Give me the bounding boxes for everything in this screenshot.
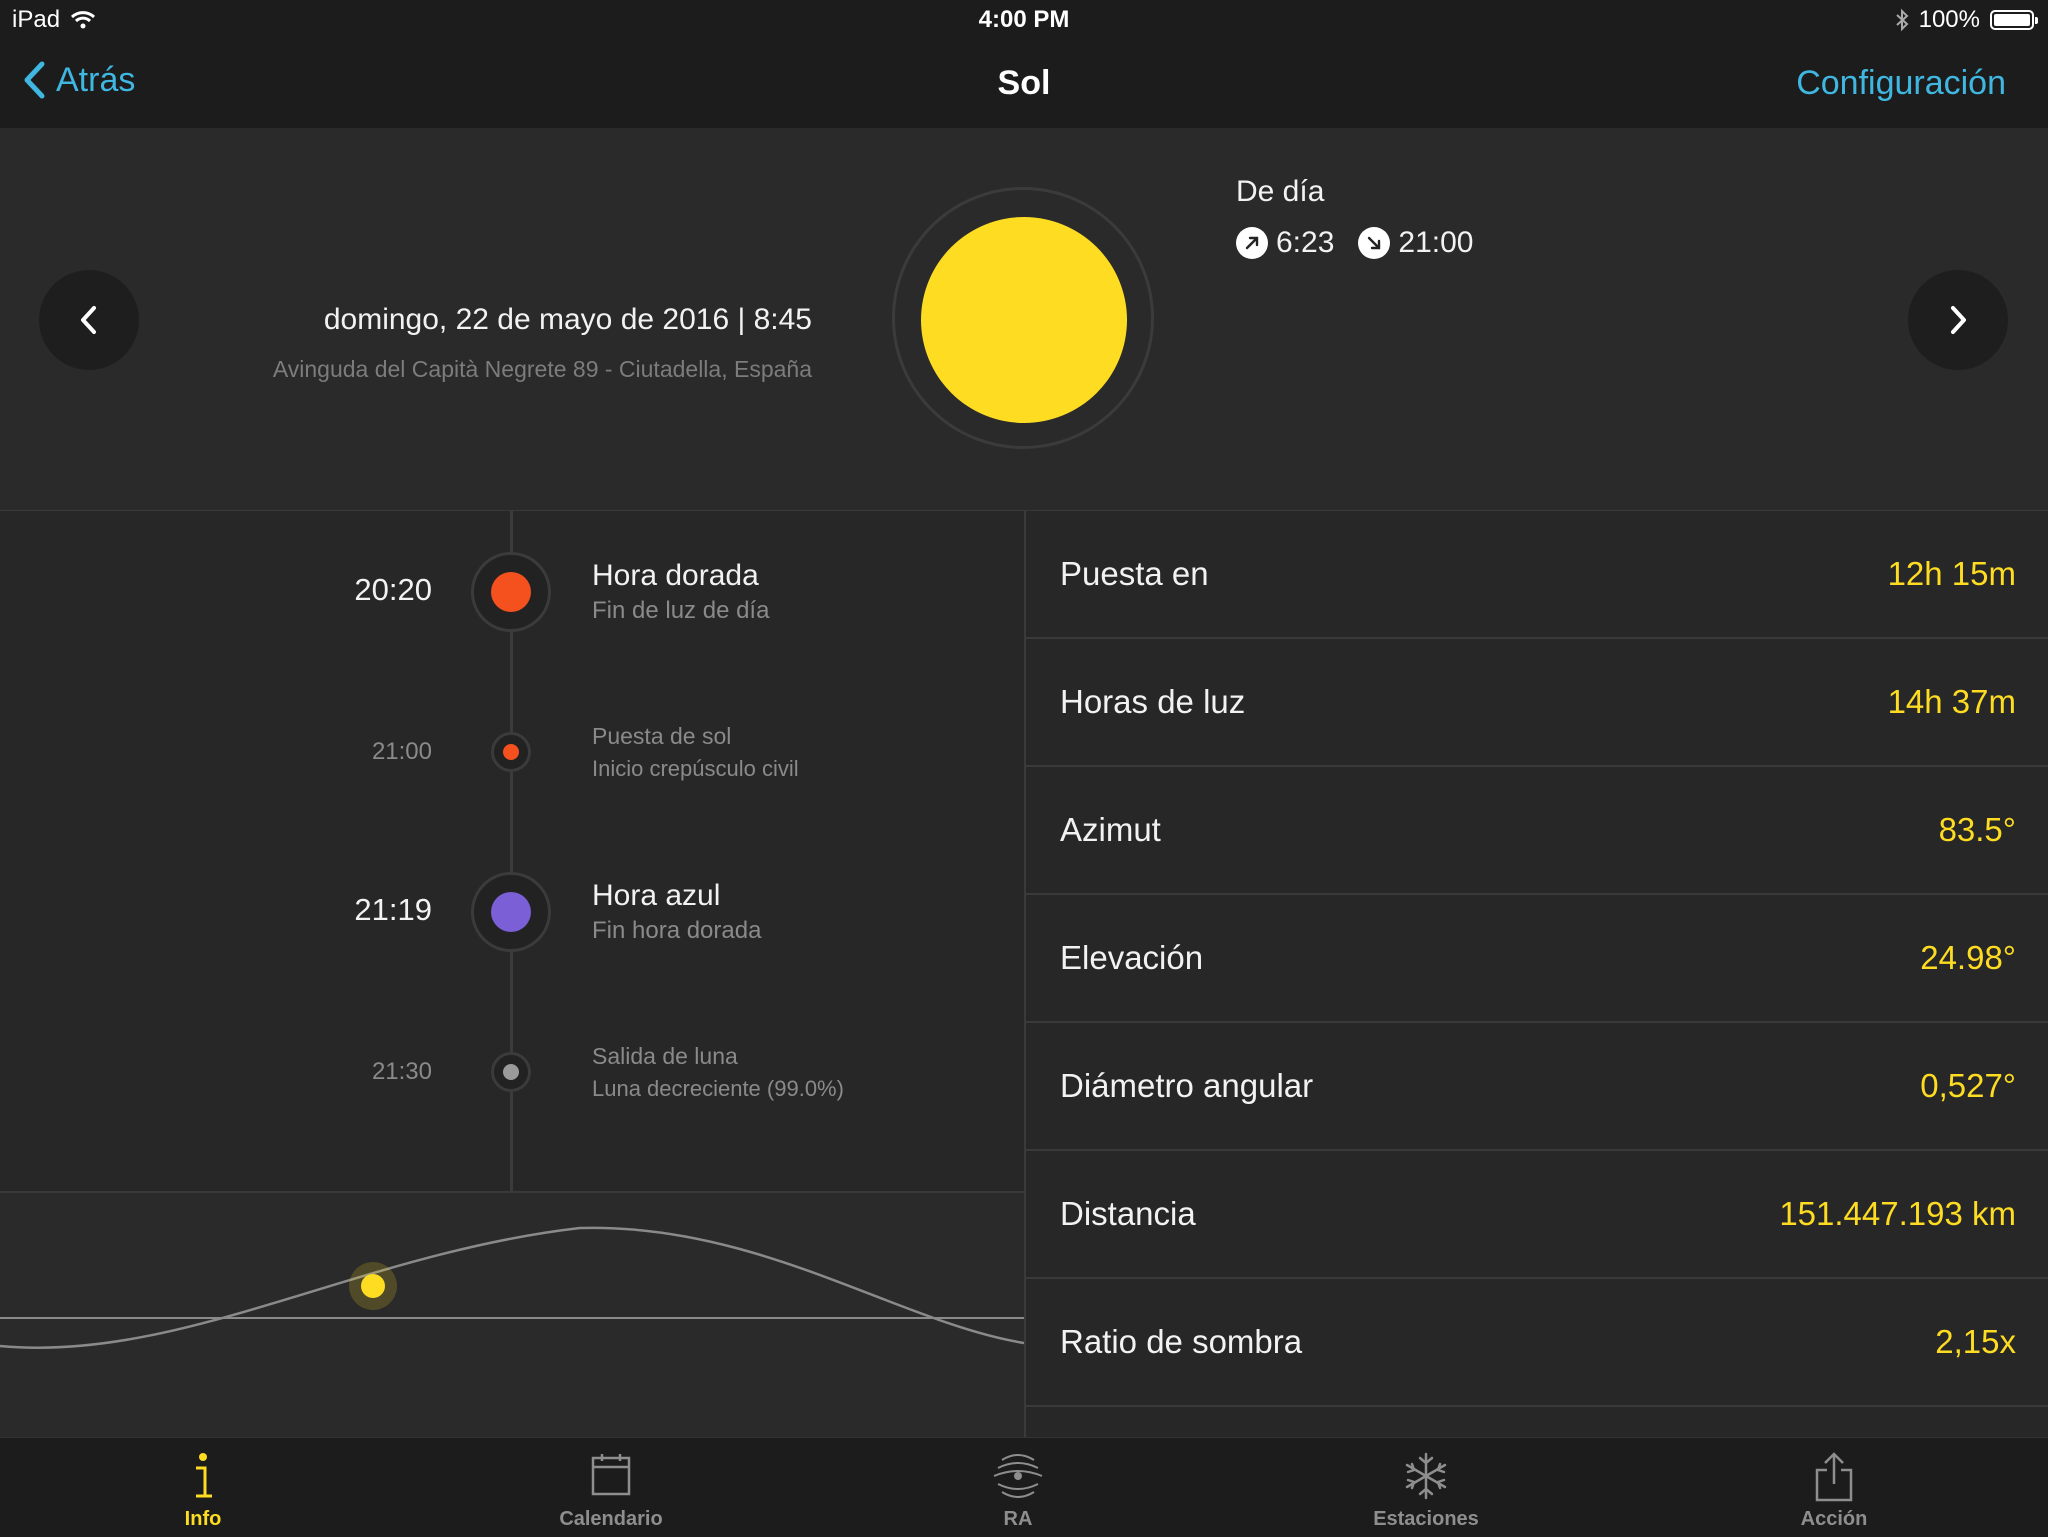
sun-path-graph[interactable] [0, 1191, 1025, 1439]
info-label: Distancia [1060, 1195, 1196, 1232]
tab-label: Estaciones [1373, 1508, 1479, 1530]
tab-accion[interactable]: Acción [1684, 1438, 1984, 1537]
event-title: Hora dorada [592, 559, 759, 592]
info-row-horas-luz: Horas de luz 14h 37m [1026, 639, 2048, 767]
event-time: 20:20 [354, 572, 432, 607]
sunrise-time: 6:23 [1276, 226, 1335, 259]
info-row-ratio-sombra: Ratio de sombra 2,15x [1026, 1279, 2048, 1407]
golden-hour-dot [491, 572, 531, 612]
bluetooth-icon [1895, 8, 1909, 32]
info-label: Diámetro angular [1060, 1067, 1314, 1104]
tab-label: Calendario [559, 1508, 663, 1530]
tab-label: Acción [1800, 1508, 1868, 1530]
tab-label: Info [184, 1508, 222, 1530]
info-value: 12h 15m [1887, 555, 2016, 592]
day-phase: De día [1236, 175, 1325, 208]
location-address: Avinguda del Capità Negrete 89 - Ciutade… [272, 356, 812, 382]
status-right: 100% [1895, 6, 2038, 34]
sun-position-marker [361, 1274, 385, 1298]
snowflake-icon [1405, 1452, 1447, 1500]
sunset-time: 21:00 [1398, 226, 1474, 259]
sun-info-list: Puesta en 12h 15m Horas de luz 14h 37m A… [1024, 511, 2048, 1437]
event-subtitle: Inicio crepúsculo civil [592, 756, 799, 781]
tab-calendario[interactable]: Calendario [461, 1438, 761, 1537]
event-title: Hora azul [592, 879, 721, 912]
tab-estaciones[interactable]: Estaciones [1276, 1438, 1576, 1537]
status-bar: iPad 4:00 PM 100% [0, 0, 2048, 42]
sun-times: 6:23 21:00 [1236, 226, 1473, 260]
event-subtitle: Fin de luz de día [592, 597, 770, 624]
top-bar: iPad 4:00 PM 100% Atrás Sol Configuració… [0, 0, 2048, 128]
info-row-elevacion: Elevación 24.98° [1026, 895, 2048, 1023]
event-time: 21:30 [371, 1058, 432, 1085]
ar-icon [993, 1454, 1043, 1498]
next-button[interactable] [1908, 270, 2008, 370]
info-label: Elevación [1060, 939, 1204, 976]
sunset-icon [1358, 227, 1391, 259]
page-title: Sol [997, 64, 1051, 102]
tab-label: RA [1003, 1508, 1033, 1530]
nav-bar: Atrás Sol Configuración [0, 42, 2048, 128]
sunrise-icon [1236, 227, 1268, 259]
chevron-left-icon [81, 306, 96, 334]
battery-percent: 100% [1918, 6, 1980, 33]
settings-button[interactable]: Configuración [1796, 64, 2006, 103]
tab-info[interactable]: Info [53, 1438, 353, 1537]
share-icon [1815, 1452, 1853, 1502]
events-timeline[interactable]: 20:20 Hora dorada Fin de luz de día 21:0… [0, 511, 1024, 1191]
info-value: 0,527° [1920, 1067, 2016, 1104]
event-subtitle: Fin hora dorada [592, 917, 762, 944]
moon-icon [503, 1064, 519, 1080]
event-title: Salida de luna [592, 1043, 738, 1069]
date-time: domingo, 22 de mayo de 2016 | 8:45 [323, 303, 812, 336]
info-row-azimut: Azimut 83.5° [1026, 767, 2048, 895]
info-value: 83.5° [1938, 811, 2016, 848]
info-value: 14h 37m [1887, 683, 2016, 720]
status-time: 4:00 PM [978, 6, 1070, 33]
event-subtitle: Luna decreciente (99.0%) [592, 1076, 844, 1101]
info-label: Ratio de sombra [1060, 1323, 1303, 1360]
event-title: Puesta de sol [592, 723, 732, 749]
info-label: Puesta en [1060, 555, 1209, 592]
info-row-puesta: Puesta en 12h 15m [1026, 511, 2048, 639]
info-label: Azimut [1060, 811, 1161, 848]
event-time: 21:19 [354, 892, 432, 927]
info-value: 2,15x [1935, 1323, 2016, 1360]
tab-bar: Info Calendario RA Estaciones Acción [0, 1437, 2048, 1537]
info-icon [196, 1453, 212, 1498]
info-row-distancia: Distancia 151.447.193 km [1026, 1151, 2048, 1279]
info-label: Horas de luz [1060, 683, 1246, 720]
info-value: 24.98° [1920, 939, 2016, 976]
sun-path-curve [0, 1226, 1025, 1350]
info-row-diametro: Diámetro angular 0,527° [1026, 1023, 2048, 1151]
sun-path-svg [0, 1226, 1025, 1350]
tab-ra[interactable]: RA [868, 1438, 1168, 1537]
previous-button[interactable] [39, 270, 139, 370]
event-time: 21:00 [371, 738, 432, 765]
sunset-dot [503, 744, 519, 760]
sun-icon [921, 217, 1127, 423]
info-value: 151.447.193 km [1779, 1195, 2016, 1232]
chevron-right-icon [1951, 306, 1966, 334]
battery-icon [1990, 10, 2038, 30]
blue-hour-dot [491, 892, 531, 932]
calendar-icon [591, 1454, 631, 1496]
